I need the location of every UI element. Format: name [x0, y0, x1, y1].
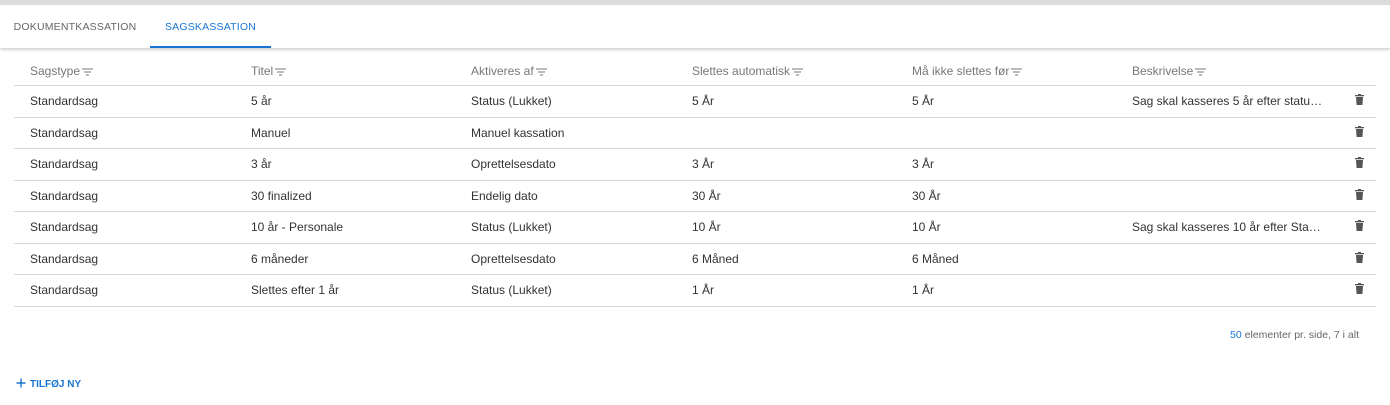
filter-icon[interactable] — [82, 65, 94, 79]
tab-dokumentkassation[interactable]: DOKUMENTKASSATION — [0, 5, 150, 48]
cell-sagstype: Standardsag — [30, 94, 99, 109]
row-actions — [1330, 251, 1376, 266]
trash-icon[interactable] — [1355, 188, 1364, 203]
cell-ikke_for: 1 År — [912, 283, 935, 298]
column-header-label: Slettes automatisk — [692, 64, 791, 79]
cell-titel: Slettes efter 1 år — [251, 283, 340, 298]
row-actions — [1330, 94, 1376, 108]
filter-icon[interactable] — [792, 65, 804, 79]
table-header: Sagstype Titel Aktiveres af Slettes automat… — [14, 58, 1376, 86]
table-row[interactable]: Standardsag 10 år - Personale Status (Lukk… — [14, 212, 1376, 244]
cell-ikke_for: 10 År — [912, 220, 941, 235]
filter-icon[interactable] — [1011, 65, 1023, 79]
table-row[interactable]: Standardsag Slettes efter 1 år Status (Luk… — [14, 275, 1376, 307]
cell-aktiveres: Oprettelsesdato — [471, 157, 556, 172]
cell-sagstype: Standardsag — [30, 157, 99, 172]
cell-slettes: 6 Måned — [692, 251, 739, 266]
cell-titel: 30 finalized — [251, 188, 312, 203]
cell-slettes: 1 År — [692, 283, 715, 298]
filter-icon[interactable] — [535, 65, 547, 79]
cell-titel: 3 år — [251, 157, 272, 172]
cell-aktiveres: Status (Lukket) — [471, 283, 552, 298]
cell-beskrivelse: Sag skal kasseres 5 år efter status l... — [1132, 94, 1330, 109]
table-row[interactable]: Standardsag 30 finalized Endelig dato 30 År… — [14, 181, 1376, 212]
cell-titel: 5 år — [251, 94, 272, 109]
column-header-label: Sagstype — [30, 64, 81, 79]
cell-titel: 6 måneder — [251, 251, 309, 266]
row-actions — [1330, 157, 1376, 171]
cell-slettes: 30 År — [692, 188, 721, 203]
trash-icon[interactable] — [1355, 157, 1364, 171]
trash-icon[interactable] — [1355, 125, 1364, 140]
column-header[interactable]: Beskrivelse — [1116, 64, 1330, 79]
cell-ikke_for: 5 År — [912, 94, 935, 109]
cell-titel: 10 år - Personale — [251, 220, 344, 235]
cell-sagstype: Standardsag — [30, 251, 99, 266]
row-actions — [1330, 125, 1376, 140]
cell-aktiveres: Oprettelsesdato — [471, 251, 556, 266]
column-header-label: Aktiveres af — [471, 64, 534, 79]
add-new-label: TILFØJ NY — [30, 379, 82, 390]
cell-titel: Manuel — [251, 125, 291, 140]
pagination-summary: elementer pr. side, 7 i alt — [1241, 329, 1359, 341]
cell-ikke_for: 3 År — [912, 157, 935, 172]
trash-icon[interactable] — [1355, 283, 1364, 297]
row-actions — [1330, 283, 1376, 297]
cell-aktiveres: Status (Lukket) — [471, 94, 552, 109]
column-header[interactable]: Må ikke slettes før — [896, 64, 1116, 79]
cell-aktiveres: Status (Lukket) — [471, 220, 552, 235]
cell-sagstype: Standardsag — [30, 125, 99, 140]
row-actions — [1330, 220, 1376, 234]
add-new-button[interactable]: TILFØJ NY — [16, 378, 81, 391]
cell-aktiveres: Endelig dato — [471, 188, 538, 203]
column-header[interactable]: Slettes automatisk — [676, 64, 896, 79]
filter-icon[interactable] — [275, 65, 287, 79]
trash-icon[interactable] — [1355, 94, 1364, 108]
cell-slettes: 3 År — [692, 157, 715, 172]
cell-beskrivelse: Sag skal kasseres 10 år efter Status ... — [1132, 220, 1330, 235]
filter-icon[interactable] — [1195, 65, 1207, 79]
retention-table: Sagstype Titel Aktiveres af Slettes automat… — [14, 58, 1376, 307]
table-row[interactable]: Standardsag 3 år Oprettelsesdato 3 År 3 År — [14, 149, 1376, 181]
cell-sagstype: Standardsag — [30, 220, 99, 235]
column-header-label: Titel — [251, 64, 274, 79]
cell-aktiveres: Manuel kassation — [471, 125, 565, 140]
trash-icon[interactable] — [1355, 220, 1364, 234]
column-header[interactable]: Aktiveres af — [455, 64, 676, 79]
cell-sagstype: Standardsag — [30, 283, 99, 298]
row-actions — [1330, 188, 1376, 203]
column-header-label: Må ikke slettes før — [912, 64, 1010, 79]
tab-sagskassation[interactable]: SAGSKASSATION — [150, 5, 271, 48]
column-header[interactable]: Sagstype — [14, 64, 235, 79]
per-page-select[interactable]: 50 — [1230, 329, 1242, 341]
table-row[interactable]: Standardsag 6 måneder Oprettelsesdato 6 Mån… — [14, 244, 1376, 275]
column-header-label: Beskrivelse — [1132, 64, 1194, 79]
column-header[interactable]: Titel — [235, 64, 455, 79]
trash-icon[interactable] — [1355, 251, 1364, 266]
cell-slettes: 5 År — [692, 94, 715, 109]
pagination: 50 elementer pr. side, 7 i alt — [1230, 329, 1359, 341]
cell-sagstype: Standardsag — [30, 188, 99, 203]
table-row[interactable]: Standardsag 5 år Status (Lukket) 5 År 5 År Sa… — [14, 86, 1376, 118]
cell-slettes: 10 År — [692, 220, 721, 235]
tab-bar: DOKUMENTKASSATION SAGSKASSATION — [0, 5, 1390, 48]
cell-ikke_for: 30 År — [912, 188, 941, 203]
plus-icon — [16, 378, 26, 391]
table-row[interactable]: Standardsag Manuel Manuel kassation — [14, 118, 1376, 149]
cell-ikke_for: 6 Måned — [912, 251, 959, 266]
